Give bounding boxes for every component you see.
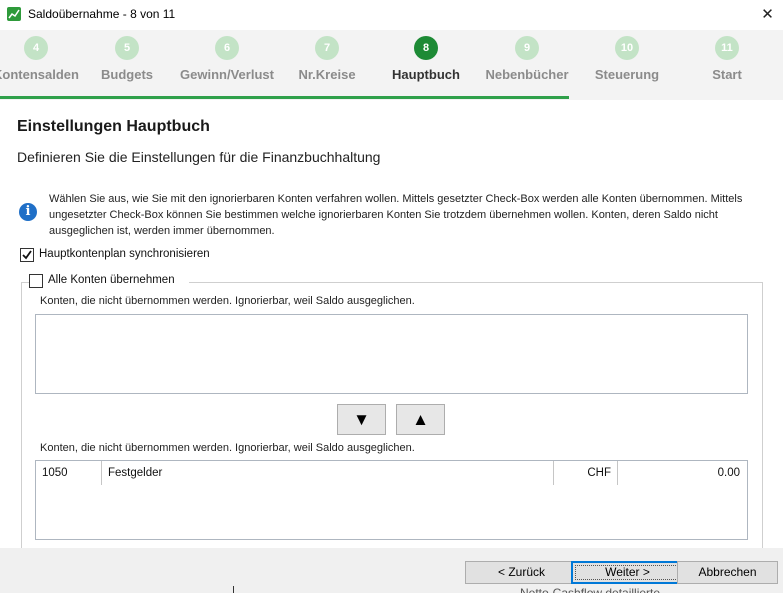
- wizard-content: Einstellungen Hauptbuch Definieren Sie d…: [0, 100, 783, 548]
- step-number: 9: [515, 36, 539, 60]
- checkbox-unchecked[interactable]: [29, 274, 43, 288]
- step-number: 10: [615, 36, 639, 60]
- step-number: 7: [315, 36, 339, 60]
- step-progress-line: [0, 96, 569, 99]
- list1-caption: Konten, die nicht übernommen werden. Ign…: [40, 295, 415, 307]
- page-subtitle: Definieren Sie die Einstellungen für die…: [17, 149, 381, 165]
- step-number: 5: [115, 36, 139, 60]
- all-accounts-checkbox[interactable]: Alle Konten übernehmen: [29, 274, 189, 289]
- step-number: 4: [24, 36, 48, 60]
- next-button[interactable]: Weiter >: [571, 561, 684, 584]
- ignored-accounts-list-bottom[interactable]: 1050 Festgelder CHF 0.00: [35, 460, 748, 540]
- list2-caption: Konten, die nicht übernommen werden. Ign…: [40, 442, 415, 454]
- step-number: 11: [715, 36, 739, 60]
- move-up-button[interactable]: ▲: [396, 404, 445, 435]
- background-window-text: Netto-Cashflow detaillierte: [520, 586, 661, 593]
- step-number: 6: [215, 36, 239, 60]
- checkbox-checked[interactable]: [20, 248, 34, 262]
- background-window-mark: [233, 586, 234, 593]
- currency-cell: CHF: [554, 461, 618, 485]
- wizard-footer: Netto-Cashflow detaillierte < Zurück Wei…: [0, 548, 783, 593]
- checkbox-label: Hauptkontenplan synchronisieren: [39, 248, 210, 260]
- balance-cell: 0.00: [717, 467, 740, 479]
- info-text: Wählen Sie aus, wie Sie mit den ignorier…: [49, 193, 743, 237]
- close-button[interactable]: ✕: [752, 0, 783, 30]
- info-icon: i: [19, 203, 37, 221]
- account-number-cell: 1050: [36, 461, 102, 485]
- table-row[interactable]: 1050 Festgelder CHF 0.00: [36, 461, 746, 485]
- step-label: Start: [712, 67, 742, 82]
- step-start[interactable]: 11 Start: [667, 36, 783, 92]
- account-name-cell: Festgelder: [102, 461, 554, 485]
- back-button[interactable]: < Zurück: [465, 561, 578, 584]
- next-button-label: Weiter >: [605, 565, 650, 579]
- step-number: 8: [414, 36, 438, 60]
- move-down-button[interactable]: ▼: [337, 404, 386, 435]
- cancel-button[interactable]: Abbrechen: [677, 561, 778, 584]
- window-title: Saldoübernahme - 8 von 11: [28, 7, 176, 21]
- page-title: Einstellungen Hauptbuch: [17, 118, 210, 135]
- ignored-accounts-list-top[interactable]: [35, 314, 748, 394]
- wizard-stepper: 4 Kontensalden 5 Budgets 6 Gewinn/Verlus…: [0, 30, 783, 100]
- chart-icon: [7, 7, 21, 21]
- checkbox-label: Alle Konten übernehmen: [48, 274, 175, 286]
- title-bar: Saldoübernahme - 8 von 11 ✕: [0, 0, 783, 30]
